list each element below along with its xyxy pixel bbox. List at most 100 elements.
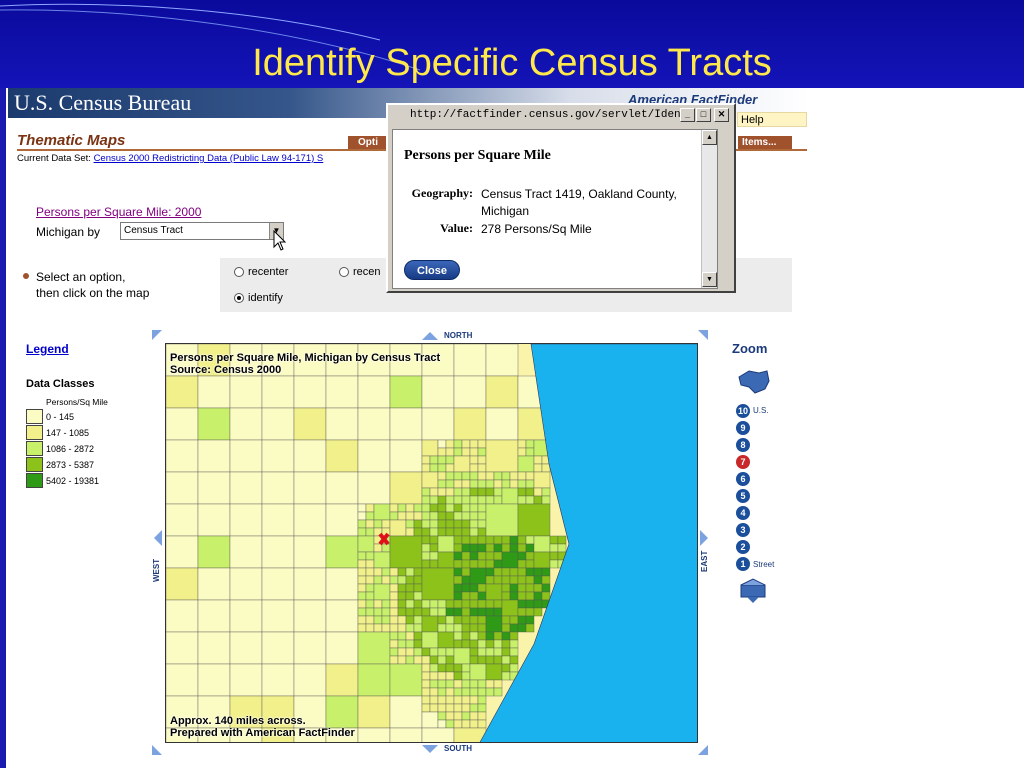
zoom-level-6[interactable]: 6 bbox=[736, 472, 750, 486]
census-tract bbox=[485, 679, 495, 689]
census-tract bbox=[429, 527, 439, 537]
census-tract bbox=[365, 511, 375, 521]
identify-popup-window: http://factfinder.census.gov/servlet/Ide… bbox=[386, 103, 736, 293]
close-window-button[interactable]: ✕ bbox=[714, 108, 729, 122]
west-label[interactable]: WEST bbox=[152, 559, 161, 582]
census-tract-map[interactable]: Persons per Square Mile, Michigan by Cen… bbox=[165, 343, 698, 743]
census-tract bbox=[389, 639, 399, 649]
census-tract bbox=[445, 463, 455, 473]
census-tract bbox=[549, 551, 559, 561]
radio-zoom[interactable]: recen bbox=[339, 266, 381, 278]
popup-scrollbar[interactable]: ▲ ▼ bbox=[701, 130, 717, 288]
zoom-level-8[interactable]: 8 bbox=[736, 438, 750, 452]
census-tract bbox=[469, 495, 479, 505]
census-tract bbox=[397, 583, 407, 593]
options-tab[interactable]: Opti bbox=[348, 136, 388, 150]
census-tract bbox=[373, 567, 383, 577]
census-tract bbox=[421, 567, 455, 601]
map-title-line-1: Persons per Square Mile, Michigan by Cen… bbox=[170, 352, 441, 364]
map-canvas[interactable] bbox=[166, 344, 698, 743]
census-tract bbox=[429, 503, 439, 513]
radio-recenter[interactable]: recenter bbox=[234, 266, 288, 278]
census-tract bbox=[405, 655, 415, 665]
theme-link[interactable]: Persons per Square Mile: 2000 bbox=[36, 205, 201, 219]
census-tract bbox=[389, 655, 399, 665]
census-tract bbox=[405, 583, 415, 593]
scroll-down-button[interactable]: ▼ bbox=[702, 272, 717, 287]
census-tract bbox=[477, 655, 487, 665]
census-tract bbox=[405, 591, 415, 601]
census-tract bbox=[389, 647, 399, 657]
census-tract bbox=[501, 615, 511, 625]
street-zoom-icon[interactable] bbox=[737, 577, 771, 605]
minimize-button[interactable]: _ bbox=[680, 108, 695, 122]
zoom-level-10[interactable]: 10 bbox=[736, 404, 750, 418]
close-button[interactable]: Close bbox=[404, 260, 460, 280]
items-tab[interactable]: Items... bbox=[738, 136, 792, 150]
zoom-level-2[interactable]: 2 bbox=[736, 540, 750, 554]
census-tract bbox=[461, 607, 471, 617]
census-tract bbox=[397, 631, 407, 641]
census-tract bbox=[429, 455, 439, 465]
census-tract bbox=[461, 623, 471, 633]
zoom-label: Zoom bbox=[732, 341, 768, 356]
census-tract bbox=[453, 519, 463, 529]
zoom-level-3[interactable]: 3 bbox=[736, 523, 750, 537]
current-dataset-link[interactable]: Census 2000 Redistricting Data (Public L… bbox=[94, 153, 324, 164]
north-label[interactable]: NORTH bbox=[444, 331, 472, 340]
radio-button[interactable] bbox=[339, 267, 349, 277]
census-tract bbox=[453, 575, 463, 585]
census-tract bbox=[493, 535, 503, 545]
census-tract bbox=[421, 671, 431, 681]
radio-button-checked[interactable] bbox=[234, 293, 244, 303]
census-tract bbox=[517, 567, 527, 577]
census-tract bbox=[293, 407, 327, 441]
census-tract bbox=[485, 607, 495, 617]
census-tract bbox=[397, 503, 407, 513]
radio-button[interactable] bbox=[234, 267, 244, 277]
zoom-level-9[interactable]: 9 bbox=[736, 421, 750, 435]
census-tract bbox=[525, 591, 535, 601]
census-tract bbox=[461, 599, 471, 609]
census-tract bbox=[469, 703, 479, 713]
scroll-up-button[interactable]: ▲ bbox=[702, 130, 717, 145]
zoom-level-7[interactable]: 7 bbox=[736, 455, 750, 469]
census-tract bbox=[421, 543, 431, 553]
east-label[interactable]: EAST bbox=[700, 551, 709, 572]
geography-select[interactable]: Census Tract ▼ bbox=[120, 222, 284, 240]
census-tract bbox=[517, 583, 527, 593]
zoom-level-1[interactable]: 1 bbox=[736, 557, 750, 571]
radio-identify[interactable]: identify bbox=[234, 292, 283, 304]
census-tract bbox=[373, 503, 391, 521]
census-tract bbox=[509, 479, 519, 489]
census-tract bbox=[437, 703, 447, 713]
census-tract bbox=[477, 719, 487, 729]
maximize-button[interactable]: □ bbox=[696, 108, 711, 122]
census-tract bbox=[461, 527, 471, 537]
census-tract bbox=[365, 551, 375, 561]
census-tract bbox=[469, 655, 479, 665]
census-tract bbox=[509, 631, 519, 641]
census-tract bbox=[477, 711, 487, 721]
legend-link[interactable]: Legend bbox=[26, 342, 69, 356]
census-tract bbox=[493, 631, 503, 641]
census-tract bbox=[405, 511, 415, 521]
census-tract bbox=[413, 519, 423, 529]
census-tract bbox=[445, 711, 455, 721]
south-label[interactable]: SOUTH bbox=[444, 744, 472, 753]
help-link[interactable]: Help bbox=[737, 112, 807, 127]
census-logo[interactable]: U.S. Census Bureau bbox=[14, 90, 191, 116]
zoom-level-5[interactable]: 5 bbox=[736, 489, 750, 503]
census-tract bbox=[445, 623, 455, 633]
us-map-icon[interactable] bbox=[737, 367, 771, 397]
census-tract bbox=[557, 543, 567, 553]
census-tract bbox=[421, 463, 431, 473]
census-tract bbox=[445, 495, 455, 505]
census-tract bbox=[445, 519, 455, 529]
census-tract bbox=[517, 535, 527, 545]
census-tract bbox=[381, 567, 391, 577]
zoom-level-4[interactable]: 4 bbox=[736, 506, 750, 520]
census-tract bbox=[509, 575, 519, 585]
popup-heading: Persons per Square Mile bbox=[404, 148, 551, 163]
census-tract bbox=[357, 503, 367, 513]
